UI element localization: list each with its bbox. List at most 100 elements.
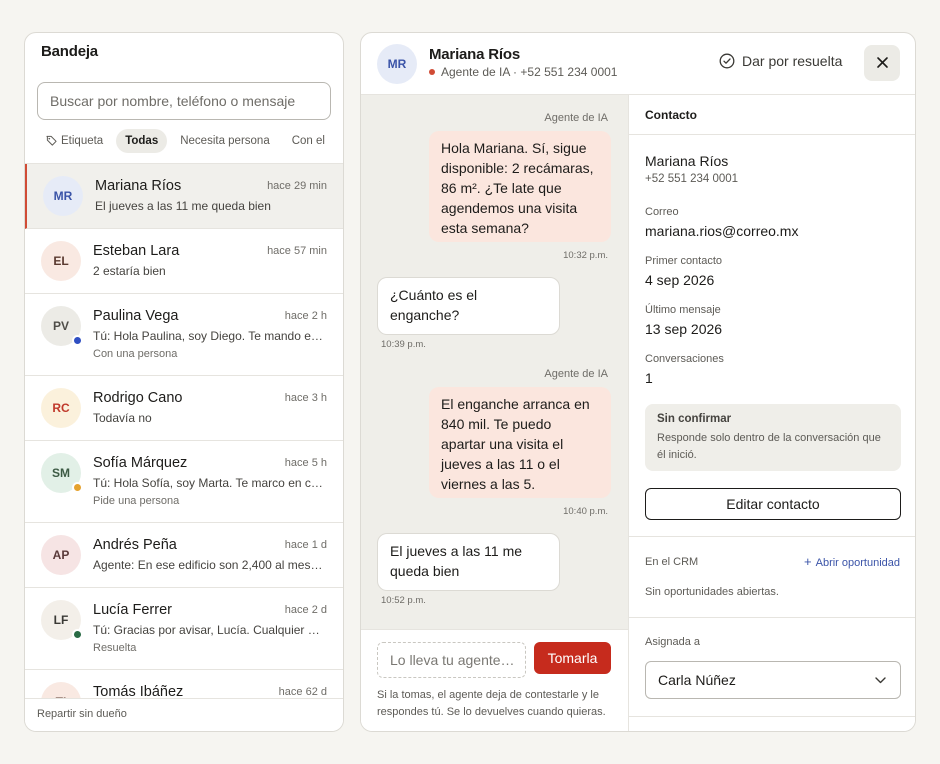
conversation-row[interactable]: SM Sofía Márquez hace 5 h Tú: Hola Sofía… <box>25 441 343 523</box>
contact-name: Mariana Ríos <box>95 178 182 194</box>
assigned-label: Asignada a <box>645 636 701 648</box>
divider <box>629 536 915 537</box>
last-message-label: Último mensaje <box>645 304 721 316</box>
sender-label: Agente de IA <box>544 368 608 380</box>
filter-chip-needs-person[interactable]: Necesita persona <box>171 129 279 153</box>
conversation-time: hace 62 d <box>278 686 327 698</box>
inbox-title: Bandeja <box>41 43 98 60</box>
agent-message: Hola Mariana. Sí, sigue disponible: 2 re… <box>429 131 611 242</box>
contact-title: Contacto <box>629 95 915 135</box>
contact-message: El jueves a las 11 me queda bien <box>377 533 560 591</box>
avatar: PV <box>41 306 83 346</box>
distribute-unowned-link[interactable]: Repartir sin dueño <box>25 698 343 731</box>
last-message: Tú: Hola Paulina, soy Diego. Te mando el… <box>93 329 325 343</box>
chat-subtitle: Agente de IA · +52 551 234 0001 <box>429 65 617 79</box>
contact-sidebar: Contacto Mariana Ríos +52 551 234 0001 C… <box>628 95 915 731</box>
agent-message: El enganche arranca en 840 mil. Te puedo… <box>429 387 611 498</box>
open-opportunity-link[interactable]: + Abrir oportunidad <box>804 554 900 569</box>
status-dot <box>72 629 83 640</box>
avatar: MR <box>43 176 83 216</box>
avatar: MR <box>377 44 417 84</box>
conversation-time: hace 3 h <box>284 392 327 404</box>
unconfirmed-description: Responde solo dentro de la conversación … <box>657 432 881 461</box>
conversation-row[interactable]: PV Paulina Vega hace 2 h Tú: Hola Paulin… <box>25 294 343 376</box>
avatar: RC <box>41 388 81 428</box>
chat-header: MR Mariana Ríos Agente de IA · +52 551 2… <box>361 33 915 95</box>
chevron-down-icon <box>875 677 886 684</box>
avatar: EL <box>41 241 81 281</box>
resolve-label: Dar por resuelta <box>742 53 843 69</box>
conversations-label: Conversaciones <box>645 353 724 365</box>
avatar: LF <box>41 600 83 640</box>
agent-message-input[interactable] <box>377 642 526 678</box>
contact-message: ¿Cuánto es el enganche? <box>377 277 560 335</box>
close-icon <box>876 57 888 68</box>
contact-name: Sofía Márquez <box>93 455 188 471</box>
edit-contact-button[interactable]: Editar contacto <box>645 488 901 520</box>
filter-chip-with[interactable]: Con el <box>283 129 334 153</box>
chat-subtitle-text: Agente de IA · +52 551 234 0001 <box>441 65 618 79</box>
inbox-panel: Bandeja EtiquetaTodasNecesita personaCon… <box>24 32 344 732</box>
message-time: 10:40 p.m. <box>563 506 608 517</box>
avatar: SM <box>41 453 83 493</box>
last-message-value: 13 sep 2026 <box>645 321 723 337</box>
unconfirmed-notice: Sin confirmar Responde solo dentro de la… <box>645 404 901 471</box>
contact-name: Andrés Peña <box>93 537 177 553</box>
last-message: Tú: Gracias por avisar, Lucía. Cualquier… <box>93 623 325 637</box>
crm-label: En el CRM <box>645 556 699 568</box>
filter-chip-all[interactable]: Todas <box>116 129 168 153</box>
conversation-row[interactable]: TI Tomás Ibáñez hace 62 d <box>25 670 343 699</box>
contact-name: Esteban Lara <box>93 243 180 259</box>
conversation-time: hace 57 min <box>267 245 327 257</box>
close-button[interactable] <box>864 45 900 81</box>
conversations-value: 1 <box>645 370 653 386</box>
conversation-time: hace 1 d <box>284 539 327 551</box>
message-time: 10:39 p.m. <box>381 339 426 350</box>
status-dot <box>72 482 83 493</box>
check-circle-icon <box>719 53 735 69</box>
filter-chip-label[interactable]: Etiqueta <box>37 129 112 153</box>
plus-icon: + <box>804 554 812 569</box>
conversation-row[interactable]: MR Mariana Ríos hace 29 min El jueves a … <box>25 164 343 229</box>
last-message: Tú: Hola Sofía, soy Marta. Te marco en c… <box>93 476 325 490</box>
assignee-select[interactable]: Carla Núñez <box>645 661 901 699</box>
chat-contact-name: Mariana Ríos <box>429 46 520 63</box>
search-input[interactable] <box>37 82 331 120</box>
email-label: Correo <box>645 206 679 218</box>
conversation-status: Resuelta <box>93 642 137 654</box>
divider <box>629 716 915 717</box>
conversation-status: Pide una persona <box>93 495 180 507</box>
chat-panel: MR Mariana Ríos Agente de IA · +52 551 2… <box>360 32 916 732</box>
conversation-thread: Agente de IA Hola Mariana. Sí, sigue dis… <box>361 95 628 629</box>
filter-label: Etiqueta <box>61 135 104 147</box>
avatar-initials: PV <box>52 319 69 333</box>
filter-bar: Etiqueta Todas Necesita persona Con el <box>37 129 343 153</box>
conversation-row[interactable]: AP Andrés Peña hace 1 d Agente: En ese e… <box>25 523 343 588</box>
conversation-row[interactable]: RC Rodrigo Cano hace 3 h Todavía no <box>25 376 343 441</box>
open-opportunity-label: Abrir oportunidad <box>815 557 900 569</box>
email-value: mariana.rios@correo.mx <box>645 223 799 239</box>
conversation-time: hace 29 min <box>267 180 327 192</box>
avatar-initials: SM <box>52 466 70 480</box>
last-message: 2 estaría bien <box>93 264 166 278</box>
assignee-value: Carla Núñez <box>658 672 736 688</box>
take-over-note: Si la tomas, el agente deja de contestar… <box>377 689 606 718</box>
conversation-time: hace 2 d <box>284 604 327 616</box>
avatar: AP <box>41 535 81 575</box>
conversation-status: Con una persona <box>93 348 178 360</box>
contact-phone: +52 551 234 0001 <box>645 173 739 185</box>
agent-status-dot <box>429 69 435 75</box>
conversation-row[interactable]: EL Esteban Lara hace 57 min 2 estaría bi… <box>25 229 343 294</box>
conversation-row[interactable]: LF Lucía Ferrer hace 2 d Tú: Gracias por… <box>25 588 343 670</box>
conversation-list: MR Mariana Ríos hace 29 min El jueves a … <box>25 163 343 699</box>
resolve-button[interactable]: Dar por resuelta <box>719 53 842 69</box>
first-contact-label: Primer contacto <box>645 255 723 267</box>
contact-name: Mariana Ríos <box>645 153 729 169</box>
sender-label: Agente de IA <box>544 112 608 124</box>
take-over-button[interactable]: Tomarla <box>534 642 611 674</box>
crm-empty-text: Sin oportunidades abiertas. <box>645 586 779 598</box>
tag-icon <box>46 135 57 146</box>
contact-name: Lucía Ferrer <box>93 602 172 618</box>
contact-name: Tomás Ibáñez <box>93 684 184 699</box>
status-dot <box>72 335 83 346</box>
